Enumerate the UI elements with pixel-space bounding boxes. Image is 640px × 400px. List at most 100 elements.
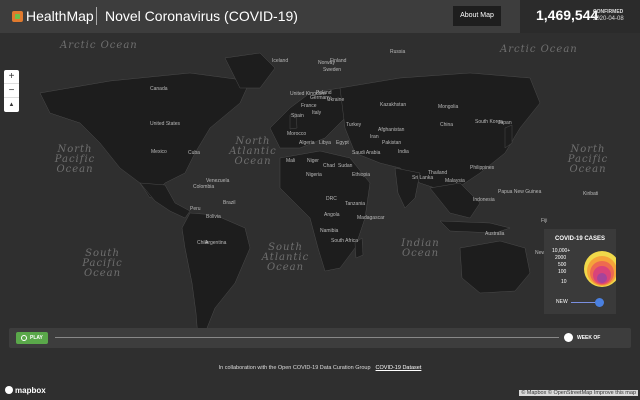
country-label: Philippines [470,165,495,171]
page-title: Novel Coronavirus (COVID-19) [105,8,298,24]
timeline-track[interactable] [55,337,559,338]
legend-level-100: 100 [558,269,567,275]
mapbox-wordmark: mapbox [15,386,46,395]
country-label: India [398,149,409,155]
play-button[interactable]: PLAY [16,332,48,344]
country-label: Morocco [287,131,307,137]
country-label: France [301,103,317,109]
app: HealthMap Novel Coronavirus (COVID-19) A… [0,0,640,400]
legend-circle-10 [597,273,607,283]
country-label: Finland [330,58,347,64]
country-label: Tanzania [345,201,366,207]
country-label: Papua New Guinea [498,189,542,195]
ocean-label-south-pacific: South Pacific Ocean [82,248,123,279]
confirmed-date: 2020-04-08 [593,16,624,22]
country-label: Iran [370,134,379,140]
country-label: United States [150,121,181,127]
collab-text: In collaboration with the Open COVID-19 … [218,365,371,371]
country-label: Chad [323,163,335,169]
map-attribution[interactable]: © Mapbox © OpenStreetMap Improve this ma… [519,390,638,396]
country-label: Australia [485,231,505,237]
dataset-link[interactable]: COVID-19 Dataset [376,365,422,371]
brand-name: HealthMap [26,8,94,24]
country-label: Canada [150,86,168,92]
legend-level-500: 500 [558,262,567,268]
healthmap-icon [12,10,23,22]
reset-bearing-button[interactable]: ▲ [4,98,19,112]
header-divider [96,7,97,25]
country-label: Ethiopia [352,172,371,178]
country-label: Malaysia [445,178,465,184]
ocean-label-arctic-1: Arctic Ocean [60,40,138,51]
central-america [139,182,191,219]
country-label: Kazakhstan [380,102,407,108]
confirmed-label: CONFIRMED [593,9,624,15]
legend-new-dot [595,298,604,307]
country-label: Sweden [323,67,342,73]
country-label: Afghanistan [378,127,405,133]
cases-legend: COVID-19 CASES 10,000+ 2000 500 100 10 N… [544,229,616,314]
ocean-label-north-pacific-right: North Pacific Ocean [567,144,609,175]
india [394,167,421,209]
country-label: Kiribati [583,191,599,197]
confirmed-count: 1,469,544 [536,7,599,23]
legend-level-10: 10 [561,279,567,285]
australia [459,240,531,294]
country-label: Algeria [299,140,315,146]
about-map-button[interactable]: About Map [453,6,501,26]
country-label: Mali [286,158,296,164]
ocean-label-north-pacific-left: North Pacific Ocean [54,144,96,175]
country-label: Russia [390,49,406,55]
country-label: Angola [324,212,340,218]
country-label: Argentina [205,240,227,246]
timeline-handle[interactable] [564,333,573,342]
country-label: Niger [307,158,319,164]
ocean-label-south-atlantic: South Atlantic Ocean [261,242,310,273]
country-label: Libya [319,140,331,146]
ocean-label-arctic-2: Arctic Ocean [500,44,578,55]
country-label: China [440,122,454,128]
country-label: Colombia [193,184,215,190]
country-label: Iceland [272,58,289,64]
country-label: Fiji [541,218,548,224]
header: HealthMap Novel Coronavirus (COVID-19) A… [0,0,640,33]
country-label: DRC [326,196,337,202]
country-label: Cuba [188,150,200,156]
legend-level-2000: 2000 [555,255,567,261]
country-label: Mongolia [438,104,459,110]
collaboration-note: In collaboration with the Open COVID-19 … [0,365,640,371]
zoom-in-button[interactable]: + [4,70,19,84]
country-label: Sudan [338,163,353,169]
country-label: Egypt [336,140,349,146]
country-label: Peru [190,206,201,212]
country-label: Turkey [346,122,362,128]
healthmap-logo[interactable]: HealthMap [12,8,94,24]
japan [504,124,513,149]
country-label: Pakistan [382,140,402,146]
country-label: Namibia [320,228,339,234]
country-label: Brazil [223,200,236,206]
mapbox-logo[interactable]: mapbox [5,386,46,395]
country-label: Bolivia [206,214,221,220]
country-label: Nigeria [306,172,322,178]
country-label: South Korea [475,119,503,125]
legend-new-label: NEW [556,299,568,305]
play-icon [21,334,27,341]
south-america [181,212,251,339]
mapbox-icon [5,386,13,394]
timeline: PLAY WEEK OF [9,328,631,348]
country-label: Sri Lanka [412,175,434,181]
country-label: Saudi Arabia [352,150,381,156]
legend-level-10000: 10,000+ [552,248,571,254]
country-label: Italy [312,110,322,116]
country-label: South Africa [331,238,358,244]
week-of-label: WEEK OF [577,335,601,341]
country-label: Mexico [151,149,167,155]
ocean-label-north-atlantic: North Atlantic Ocean [229,136,277,167]
country-label: Madagascar [357,215,385,221]
zoom-out-button[interactable]: − [4,84,19,98]
country-label: Germany [310,95,331,101]
country-label: Spain [291,113,304,119]
play-label: PLAY [30,335,43,341]
zoom-control: + − ▲ [4,70,19,112]
